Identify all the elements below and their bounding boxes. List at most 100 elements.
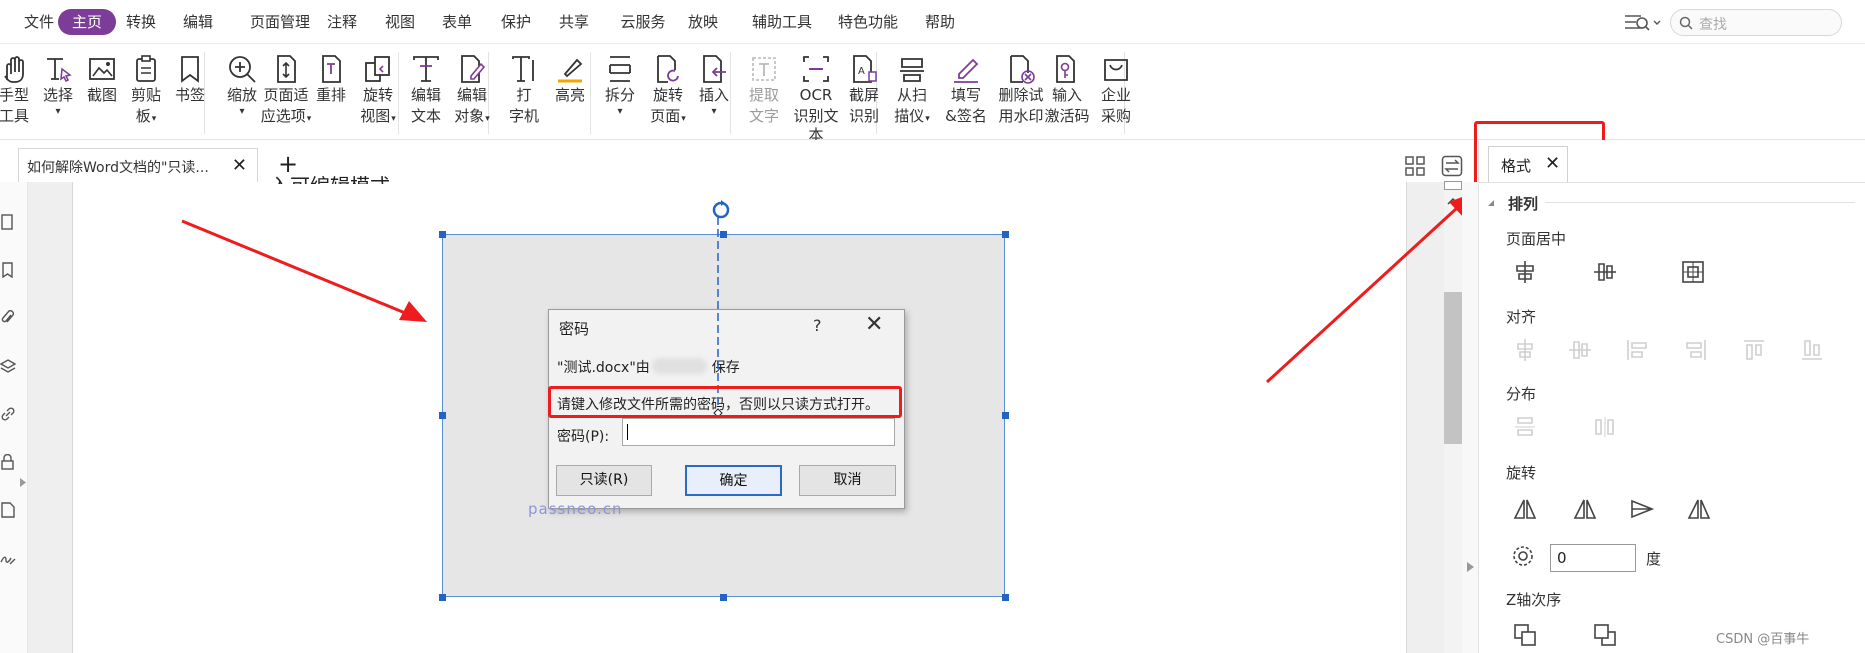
rotation-input[interactable]: 0 bbox=[1550, 544, 1636, 572]
bookmark-icon bbox=[181, 56, 199, 83]
menu-protect[interactable]: 保护 bbox=[494, 9, 538, 35]
resize-handle[interactable] bbox=[720, 594, 727, 601]
password-field[interactable] bbox=[622, 418, 895, 446]
tool-typewriter[interactable]: 打字机 bbox=[498, 54, 550, 126]
center-both-icon[interactable] bbox=[1680, 259, 1706, 285]
align-middle-icon[interactable] bbox=[1741, 337, 1767, 363]
send-backward-icon[interactable] bbox=[1592, 622, 1618, 648]
swap-panel-icon[interactable] bbox=[1441, 155, 1463, 177]
menu-file[interactable]: 文件 bbox=[14, 9, 64, 35]
distribute-vertical-icon[interactable] bbox=[1512, 414, 1538, 440]
readonly-button[interactable]: 只读(R) bbox=[556, 465, 652, 496]
distribute-horizontal-icon[interactable] bbox=[1592, 414, 1618, 440]
tool-rotate-page[interactable]: 旋转 页面▾ bbox=[642, 54, 694, 129]
dialog-title: 密码 bbox=[559, 320, 590, 338]
label-align: 对齐 bbox=[1506, 308, 1537, 326]
page-thumbnail-icon[interactable] bbox=[0, 214, 16, 230]
tool-split[interactable]: 拆分 ▾ bbox=[594, 54, 646, 117]
resize-handle[interactable] bbox=[439, 231, 446, 238]
panel-collapse-strip[interactable] bbox=[1462, 182, 1478, 653]
tool-sign[interactable]: 填写 &签名 bbox=[940, 54, 992, 126]
resize-handle[interactable] bbox=[1002, 231, 1009, 238]
menu-cloud[interactable]: 云服务 bbox=[612, 9, 674, 35]
align-right-icon[interactable] bbox=[1624, 337, 1650, 363]
resize-handle[interactable] bbox=[439, 594, 446, 601]
scrollbar-grip[interactable] bbox=[1444, 181, 1462, 190]
ok-button[interactable]: 确定 bbox=[685, 465, 782, 496]
tool-highlight[interactable]: 高亮 bbox=[544, 54, 596, 105]
cancel-button[interactable]: 取消 bbox=[799, 465, 896, 496]
menu-slideshow[interactable]: 放映 bbox=[681, 9, 725, 35]
layers-icon[interactable] bbox=[0, 358, 16, 374]
tool-bookmark[interactable]: 书签 bbox=[164, 54, 216, 105]
flip-vertical-icon[interactable] bbox=[1686, 496, 1712, 522]
resize-handle[interactable] bbox=[439, 412, 446, 419]
tool-screen-ocr[interactable]: A 截屏 识别 bbox=[838, 54, 890, 126]
menu-convert[interactable]: 转换 bbox=[119, 9, 163, 35]
document-icon[interactable] bbox=[0, 502, 16, 518]
collapse-section-icon[interactable] bbox=[1487, 199, 1495, 207]
collapse-panel-icon[interactable] bbox=[1466, 562, 1475, 572]
rotation-settings-icon[interactable] bbox=[1510, 543, 1536, 569]
align-center-icon[interactable] bbox=[1567, 337, 1593, 363]
menu-view[interactable]: 视图 bbox=[378, 9, 422, 35]
link-icon[interactable] bbox=[0, 406, 16, 422]
menu-help[interactable]: 帮助 bbox=[918, 9, 962, 35]
align-bottom-icon[interactable] bbox=[1799, 337, 1825, 363]
tool-reflow[interactable]: 重排 bbox=[305, 54, 357, 105]
rotate-right-icon[interactable] bbox=[1572, 496, 1598, 522]
tab-format[interactable]: 格式 ✕ bbox=[1488, 146, 1568, 182]
view-mode-icon[interactable] bbox=[1623, 11, 1663, 33]
menu-assist-tools[interactable]: 辅助工具 bbox=[741, 9, 823, 35]
tool-label: OCR bbox=[799, 86, 833, 104]
fit-page-icon bbox=[277, 55, 296, 83]
tool-label: 页面▾ bbox=[650, 107, 686, 125]
annotation-arrow bbox=[1265, 192, 1475, 384]
center-horizontal-icon[interactable] bbox=[1512, 259, 1538, 285]
help-button[interactable]: ? bbox=[813, 316, 822, 335]
tool-rotate-view[interactable]: 旋转 视图▾ bbox=[352, 54, 404, 129]
tool-label: 对象▾ bbox=[454, 107, 490, 125]
dropdown-arrow-icon[interactable]: ▾ bbox=[688, 107, 740, 117]
dropdown-arrow-icon[interactable]: ▾ bbox=[32, 107, 84, 117]
close-panel-icon[interactable]: ✕ bbox=[1545, 153, 1560, 174]
signature-panel-icon[interactable] bbox=[0, 550, 16, 566]
tool-activation[interactable]: 输入 激活码 bbox=[1041, 54, 1093, 126]
tool-enterprise[interactable]: 企业 采购 bbox=[1090, 54, 1142, 126]
dropdown-arrow-icon[interactable]: ▾ bbox=[594, 107, 646, 117]
close-tab-icon[interactable]: ✕ bbox=[232, 155, 247, 176]
search-input[interactable]: 查找 bbox=[1670, 9, 1842, 36]
grid-view-icon[interactable] bbox=[1404, 155, 1426, 177]
tab-document[interactable]: 如何解除Word文档的"只读... ✕ bbox=[18, 148, 258, 182]
expand-sidebar-icon[interactable] bbox=[18, 478, 27, 487]
tool-ocr[interactable]: OCR 识别文本 bbox=[790, 54, 842, 145]
menu-bar: 文件 主页 转换 编辑 页面管理 注释 视图 表单 保护 共享 云服务 放映 辅… bbox=[0, 0, 1865, 44]
menu-share[interactable]: 共享 bbox=[552, 9, 596, 35]
dialog-close-button[interactable]: ✕ bbox=[865, 312, 883, 337]
lock-panel-icon[interactable] bbox=[0, 454, 16, 470]
tool-label: 采购 bbox=[1100, 107, 1131, 125]
attachment-icon[interactable] bbox=[0, 310, 16, 326]
center-vertical-icon[interactable] bbox=[1592, 259, 1618, 285]
tool-edit-text[interactable]: 编辑 文本 bbox=[400, 54, 452, 126]
tool-remove-watermark[interactable]: 删除试 用水印 bbox=[995, 54, 1047, 126]
menu-edit[interactable]: 编辑 bbox=[176, 9, 220, 35]
resize-handle[interactable] bbox=[1002, 412, 1009, 419]
align-left-icon[interactable] bbox=[1512, 337, 1538, 363]
tool-insert[interactable]: 插入 ▾ bbox=[688, 54, 740, 117]
tool-scanner[interactable]: 从扫 描仪▾ bbox=[886, 54, 938, 129]
menu-home[interactable]: 主页 bbox=[58, 9, 117, 35]
menu-form[interactable]: 表单 bbox=[435, 9, 479, 35]
bring-forward-icon[interactable] bbox=[1512, 622, 1538, 648]
resize-handle[interactable] bbox=[1002, 594, 1009, 601]
bookmark-panel-icon[interactable] bbox=[0, 262, 16, 278]
menu-page-manage[interactable]: 页面管理 bbox=[239, 9, 321, 35]
tool-label: 插入 bbox=[698, 86, 729, 104]
tool-extract-text[interactable]: 提取 文字 bbox=[738, 54, 790, 126]
menu-features[interactable]: 特色功能 bbox=[827, 9, 909, 35]
menu-annotate[interactable]: 注释 bbox=[320, 9, 364, 35]
align-top-icon[interactable] bbox=[1683, 337, 1709, 363]
flip-horizontal-icon[interactable] bbox=[1629, 496, 1655, 522]
rotate-left-icon[interactable] bbox=[1512, 496, 1538, 522]
tool-edit-object[interactable]: 编辑 对象▾ bbox=[446, 54, 498, 129]
